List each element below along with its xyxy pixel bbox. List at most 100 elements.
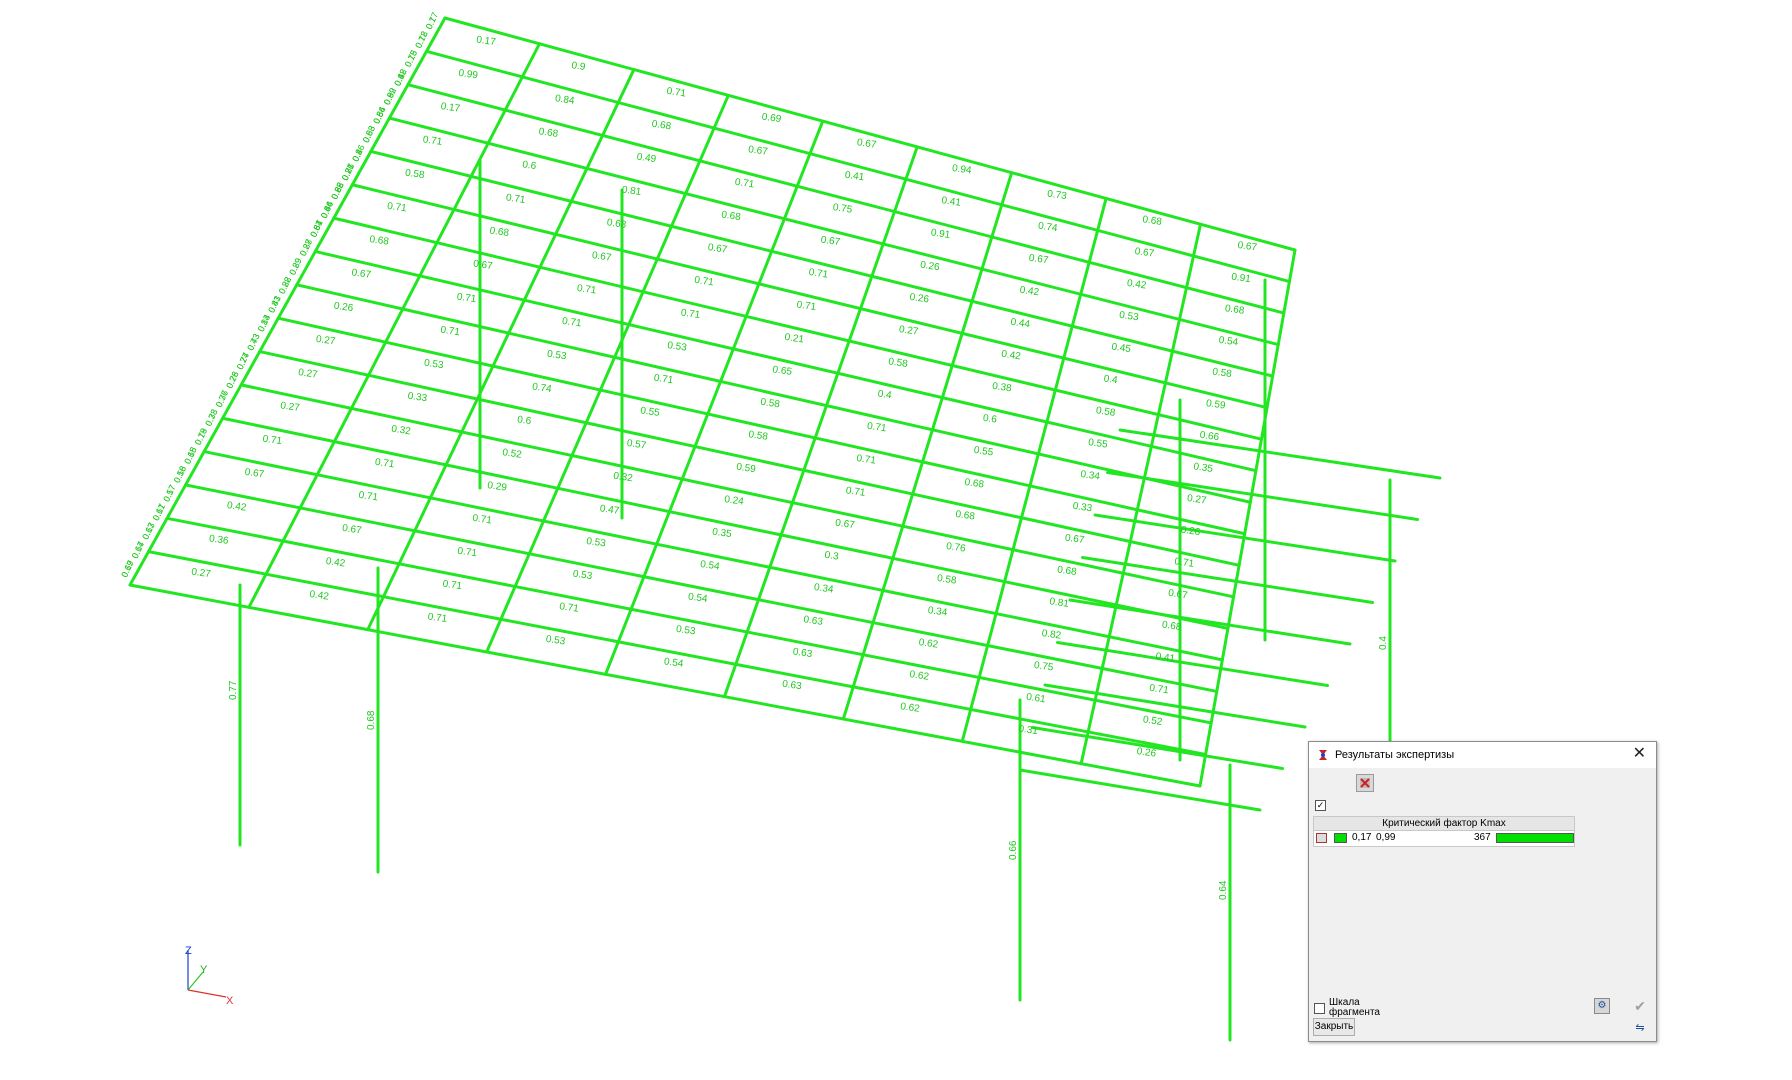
factor-label: 0.27 (191, 567, 212, 581)
factor-label: 0.68 (955, 509, 976, 523)
table-row[interactable]: 0,17 0,99 367 (1313, 831, 1575, 847)
factor-label: 0.58 (404, 168, 425, 182)
factor-label: 0.71 (457, 546, 478, 560)
factor-label: 0.67 (472, 258, 493, 272)
factor-label: 0.77 (214, 389, 230, 409)
factor-label: 0.73 (245, 332, 261, 352)
row-min-value[interactable]: 0,17 (1352, 832, 1371, 843)
factor-label: 0.33 (1072, 501, 1093, 515)
factor-label: 0.68 (964, 477, 985, 491)
rafter-beam (276, 316, 1247, 536)
factor-label: 0.4 (877, 389, 893, 402)
factor-label: 0.34 (1080, 469, 1101, 483)
factor-label: 0.54 (663, 656, 684, 670)
purlin-beam (1198, 248, 1297, 788)
factor-label: 0.71 (440, 325, 461, 339)
factor-label: 0.81 (621, 184, 642, 198)
row-visibility-toggle[interactable] (1316, 833, 1327, 843)
factor-label: 0.58 (748, 429, 769, 443)
factor-label: 0.35 (1193, 461, 1214, 475)
factor-label: 0.26 (333, 301, 354, 315)
factor-label: 0.58 (888, 356, 909, 370)
factor-label: 0.56 (172, 464, 188, 484)
settings-button[interactable]: ⚙ (1594, 998, 1610, 1014)
factor-label: 0.53 (675, 624, 696, 638)
factor-label: 0.71 (694, 275, 715, 289)
factor-label: 0.6 (517, 414, 533, 427)
factor-label: 0.53 (423, 358, 444, 372)
row-max-value[interactable]: 0,99 (1376, 832, 1395, 843)
factor-label: 0.66 (319, 200, 335, 220)
select-all-checkbox[interactable]: ✓ (1315, 800, 1326, 811)
factor-label: 0.63 (803, 614, 824, 628)
factor-label: 0.67 (856, 137, 877, 151)
factor-label: 0.71 (358, 490, 379, 504)
factor-label: 0.26 (1180, 525, 1201, 539)
factor-label: 0.35 (711, 527, 732, 541)
delete-results-button[interactable] (1356, 774, 1374, 792)
factor-label: 0.42 (309, 589, 330, 603)
factor-label: 0.45 (1111, 342, 1132, 356)
overhang-beam (1056, 641, 1329, 687)
factor-label: 0.71 (856, 453, 877, 467)
factor-label: 0.62 (909, 669, 930, 683)
factor-label: 0.71 (866, 421, 887, 435)
factor-label: 0.69 (761, 112, 782, 126)
factor-label: 0.49 (636, 152, 657, 166)
rafter-beam (443, 16, 1297, 252)
factor-label: 0.71 (1149, 683, 1170, 697)
factor-label: 0.67 (707, 242, 728, 256)
factor-label: 0.71 (561, 316, 582, 330)
factor-label: 0.65 (182, 445, 198, 465)
factor-label: 0.71 (666, 86, 687, 100)
factor-label: 0.71 (576, 283, 597, 297)
dialog-title: Результаты экспертизы (1335, 749, 1455, 761)
close-button[interactable]: Закрыть (1313, 1018, 1355, 1036)
factor-label: 0.54 (699, 559, 720, 573)
sapr-logo-icon (1319, 750, 1327, 760)
factor-label: 0.67 (341, 523, 362, 537)
row-color-swatch[interactable] (1334, 833, 1347, 843)
factor-label: 0.53 (572, 569, 593, 583)
factor-label: 0.24 (724, 494, 745, 508)
close-icon[interactable]: ✕ (1633, 746, 1646, 762)
factor-label: 0.53 (667, 340, 688, 354)
factor-label: 0.68 (1142, 214, 1163, 228)
apply-button[interactable]: ✔ (1632, 998, 1648, 1014)
dialog-titlebar[interactable]: Результаты экспертизы ✕ (1309, 742, 1656, 768)
factor-label: 0.67 (244, 467, 265, 481)
factor-label: 0.68 (1056, 564, 1077, 578)
rafter-beam (424, 49, 1291, 284)
factor-label: 0.53 (586, 536, 607, 550)
factor-label: 0.71 (456, 292, 477, 306)
factor-label: 0.57 (161, 483, 177, 503)
factor-label: 0.61 (1026, 692, 1047, 706)
factor-label: 0.6 (522, 159, 538, 172)
factor-label: 0.74 (235, 351, 251, 371)
mirror-button[interactable]: ⇋ (1632, 1020, 1648, 1036)
factor-label: 0.71 (845, 485, 866, 499)
factor-label: 0.67 (1028, 253, 1049, 267)
factor-label: 0.27 (898, 324, 919, 338)
factor-label: 0.71 (386, 201, 407, 215)
factor-label: 0.3 (824, 550, 840, 563)
factor-label: 0.67 (351, 267, 372, 281)
factor-label: 0.64 (308, 219, 324, 239)
factor-label: 0.71 (653, 373, 674, 387)
axis-triad: Z Y X (185, 945, 234, 1007)
factor-label: 0.91 (1231, 272, 1252, 286)
overhang-beam (1093, 513, 1397, 563)
factor-label: 0.91 (930, 227, 951, 241)
factor-label: 0.63 (140, 521, 156, 541)
factor-label: 0.32 (391, 424, 412, 438)
factor-label: 0.33 (407, 391, 428, 405)
fragment-scale-checkbox[interactable] (1314, 1003, 1325, 1014)
factor-label: 0.42 (1126, 278, 1147, 292)
factor-label: 0.67 (748, 144, 769, 158)
factor-label: 0.72 (413, 30, 429, 50)
factor-label: 0.26 (909, 292, 930, 306)
factor-label: 0.83 (266, 294, 282, 314)
factor-label: 0.34 (927, 605, 948, 619)
rafter-beam (258, 350, 1241, 567)
factor-label: 0.69 (119, 559, 135, 579)
